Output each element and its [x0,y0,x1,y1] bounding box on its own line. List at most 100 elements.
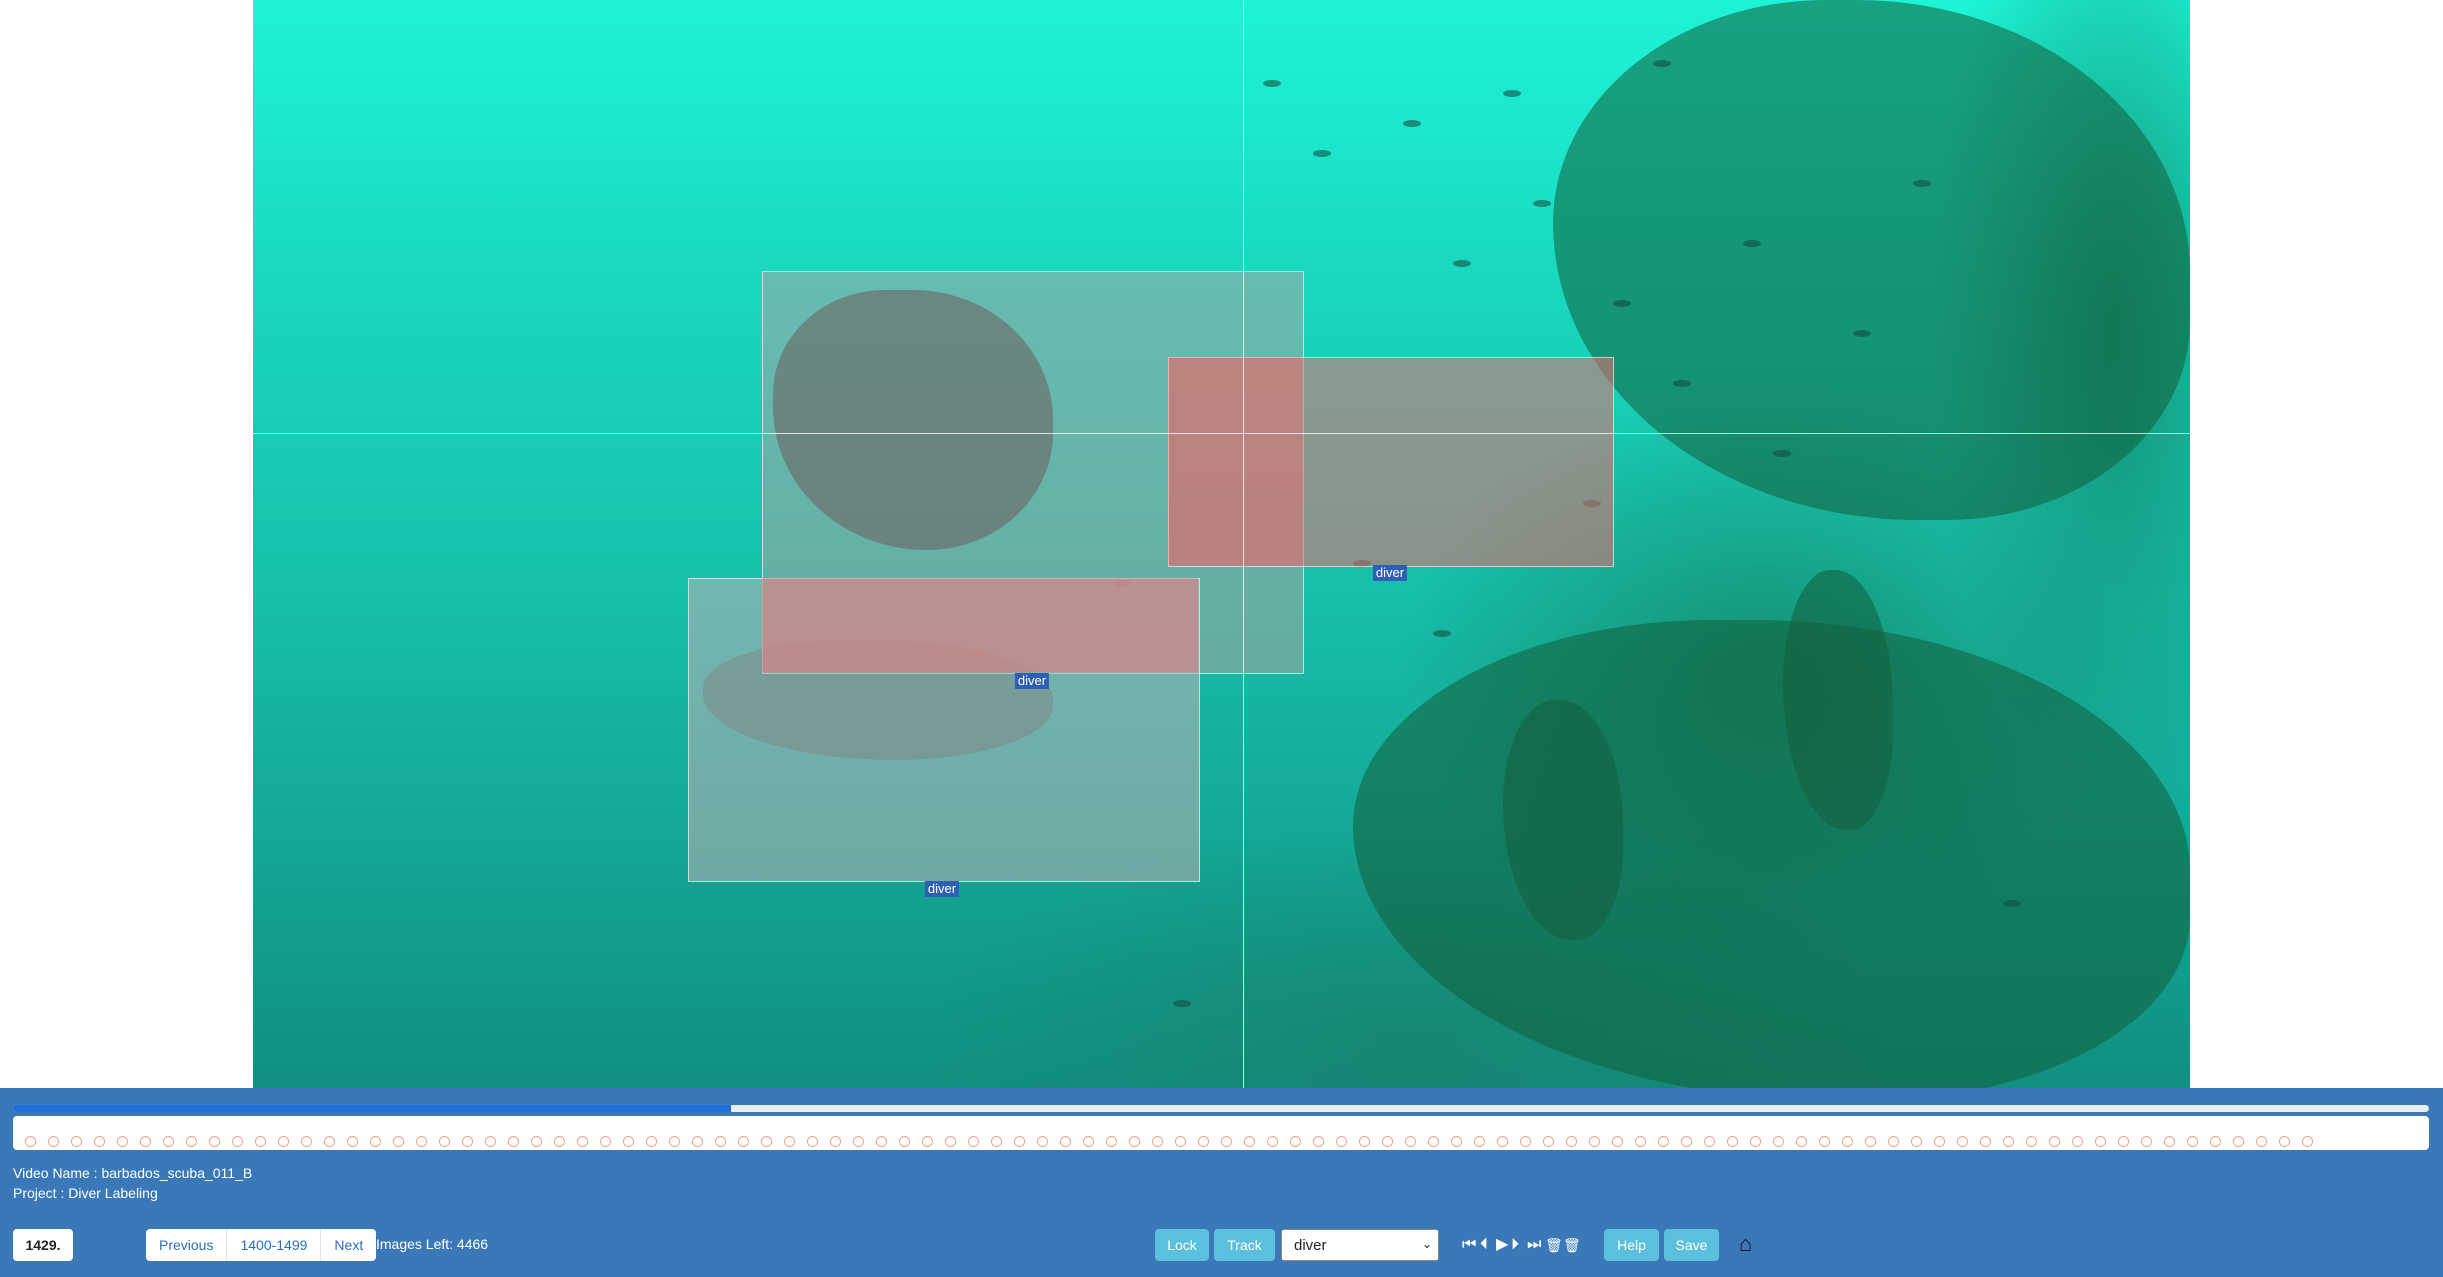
frame-dot[interactable] [1727,1136,1738,1147]
frame-dot[interactable] [255,1136,266,1147]
frame-dot[interactable] [830,1136,841,1147]
frame-dot[interactable] [669,1136,680,1147]
frame-dot[interactable] [1543,1136,1554,1147]
frame-dot[interactable] [1520,1136,1531,1147]
frame-dot[interactable] [1635,1136,1646,1147]
frame-dot[interactable] [1865,1136,1876,1147]
frame-dot[interactable] [784,1136,795,1147]
frame-dot[interactable] [140,1136,151,1147]
frame-dot[interactable] [1451,1136,1462,1147]
class-select[interactable]: diver ⌄ [1281,1229,1439,1261]
frame-dot[interactable] [1888,1136,1899,1147]
frame-dot[interactable] [232,1136,243,1147]
frame-dot[interactable] [1244,1136,1255,1147]
next-frame-icon[interactable]: ⏵ [1511,1236,1519,1254]
frame-dot[interactable] [1681,1136,1692,1147]
frame-dot[interactable] [531,1136,542,1147]
frame-dot[interactable] [646,1136,657,1147]
frame-dot[interactable] [623,1136,634,1147]
frame-dot[interactable] [2141,1136,2152,1147]
frame-dot[interactable] [1819,1136,1830,1147]
frame-dot[interactable] [1658,1136,1669,1147]
frame-dot[interactable] [1175,1136,1186,1147]
frame-dot[interactable] [2187,1136,2198,1147]
frame-dot[interactable] [1014,1136,1025,1147]
frame-dot[interactable] [738,1136,749,1147]
frame-dot[interactable] [1405,1136,1416,1147]
page-range-button[interactable]: 1400-1499 [227,1229,322,1261]
frame-dot[interactable] [393,1136,404,1147]
frame-strip[interactable] [13,1116,2429,1150]
frame-dot[interactable] [1957,1136,1968,1147]
frame-dot[interactable] [692,1136,703,1147]
delete-all-icon[interactable]: 🗑 [1563,1236,1581,1254]
frame-dot[interactable] [1497,1136,1508,1147]
frame-dot[interactable] [1934,1136,1945,1147]
frame-dot[interactable] [807,1136,818,1147]
previous-frame-icon[interactable]: ⏴ [1480,1236,1488,1254]
frame-dot[interactable] [1359,1136,1370,1147]
frame-dot[interactable] [1428,1136,1439,1147]
frame-dot[interactable] [1589,1136,1600,1147]
lock-button[interactable]: Lock [1155,1229,1209,1261]
frame-dot[interactable] [899,1136,910,1147]
frame-dot[interactable] [1221,1136,1232,1147]
frame-dot[interactable] [1336,1136,1347,1147]
frame-dot[interactable] [1842,1136,1853,1147]
frame-dot[interactable] [324,1136,335,1147]
bbox-label[interactable]: diver [1014,673,1050,689]
frame-dot[interactable] [945,1136,956,1147]
frame-dot[interactable] [876,1136,887,1147]
frame-dot[interactable] [2256,1136,2267,1147]
frame-dot[interactable] [2118,1136,2129,1147]
frame-dot[interactable] [2302,1136,2313,1147]
frame-dot[interactable] [2210,1136,2221,1147]
frame-dot[interactable] [1773,1136,1784,1147]
frame-dot[interactable] [1267,1136,1278,1147]
frame-dot[interactable] [968,1136,979,1147]
frame-dot[interactable] [2233,1136,2244,1147]
frame-dot[interactable] [2095,1136,2106,1147]
progress-bar[interactable] [13,1105,2429,1112]
frame-dot[interactable] [2072,1136,2083,1147]
frame-dot[interactable] [2049,1136,2060,1147]
frame-dot[interactable] [485,1136,496,1147]
frame-dot[interactable] [1152,1136,1163,1147]
frame-dot[interactable] [278,1136,289,1147]
frame-dot[interactable] [1980,1136,1991,1147]
frame-dot[interactable] [462,1136,473,1147]
frame-dot[interactable] [301,1136,312,1147]
track-button[interactable]: Track [1214,1229,1275,1261]
frame-dot[interactable] [347,1136,358,1147]
frame-dot[interactable] [186,1136,197,1147]
frame-dot[interactable] [554,1136,565,1147]
frame-dot[interactable] [1129,1136,1140,1147]
play-icon[interactable]: ▶ [1496,1236,1508,1254]
frame-dot[interactable] [991,1136,1002,1147]
frame-dot[interactable] [1382,1136,1393,1147]
frame-dot[interactable] [71,1136,82,1147]
frame-dot[interactable] [508,1136,519,1147]
frame-dot[interactable] [25,1136,36,1147]
previous-button[interactable]: Previous [146,1229,228,1261]
frame-dot[interactable] [439,1136,450,1147]
frame-dot[interactable] [853,1136,864,1147]
bbox-label[interactable]: diver [924,881,960,897]
frame-dot[interactable] [1037,1136,1048,1147]
frame-dot[interactable] [370,1136,381,1147]
frame-number-input[interactable]: 1429. [13,1229,73,1261]
frame-dot[interactable] [2026,1136,2037,1147]
frame-dot[interactable] [2003,1136,2014,1147]
save-button[interactable]: Save [1664,1229,1719,1261]
frame-dot[interactable] [577,1136,588,1147]
first-frame-icon[interactable]: ⏮ [1462,1236,1476,1254]
frame-dot[interactable] [416,1136,427,1147]
frame-dot[interactable] [1612,1136,1623,1147]
frame-dot[interactable] [1704,1136,1715,1147]
annotation-canvas[interactable]: diver diver diver [253,0,2190,1088]
frame-dot[interactable] [2164,1136,2175,1147]
frame-dot[interactable] [715,1136,726,1147]
frame-dot[interactable] [1198,1136,1209,1147]
frame-dot[interactable] [2279,1136,2290,1147]
frame-dot[interactable] [209,1136,220,1147]
